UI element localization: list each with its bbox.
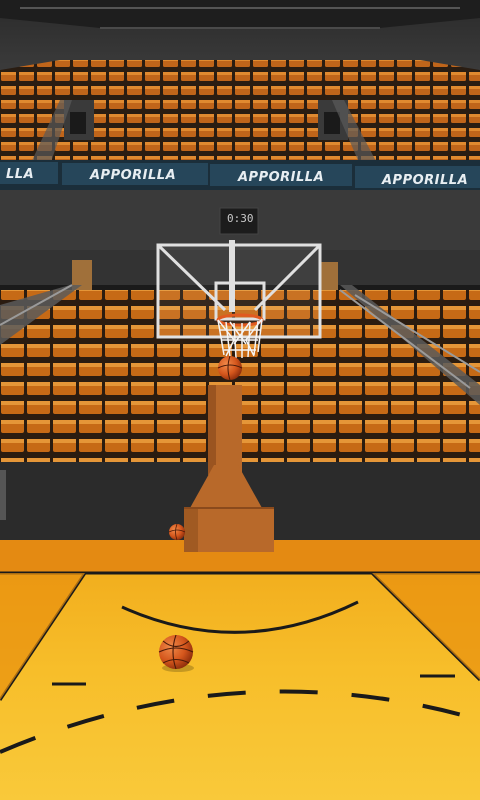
sponsor-banner-fragment: LLA: [6, 167, 34, 182]
sponsor-banner-text-1: APPORILLA: [89, 168, 176, 183]
arena-view: LLA APPORILLA APPORILLA APPORILLA 0:30: [0, 0, 480, 800]
sponsor-banner-text-2: APPORILLA: [237, 170, 324, 185]
basketball-bouncing: [168, 523, 186, 541]
shot-clock-time: 0:30: [227, 212, 254, 225]
door-right: [320, 262, 338, 292]
basketball-in-net: [217, 355, 243, 381]
game-scene[interactable]: LLA APPORILLA APPORILLA APPORILLA 0:30: [0, 0, 480, 800]
sponsor-banner-text-3: APPORILLA: [381, 173, 468, 188]
